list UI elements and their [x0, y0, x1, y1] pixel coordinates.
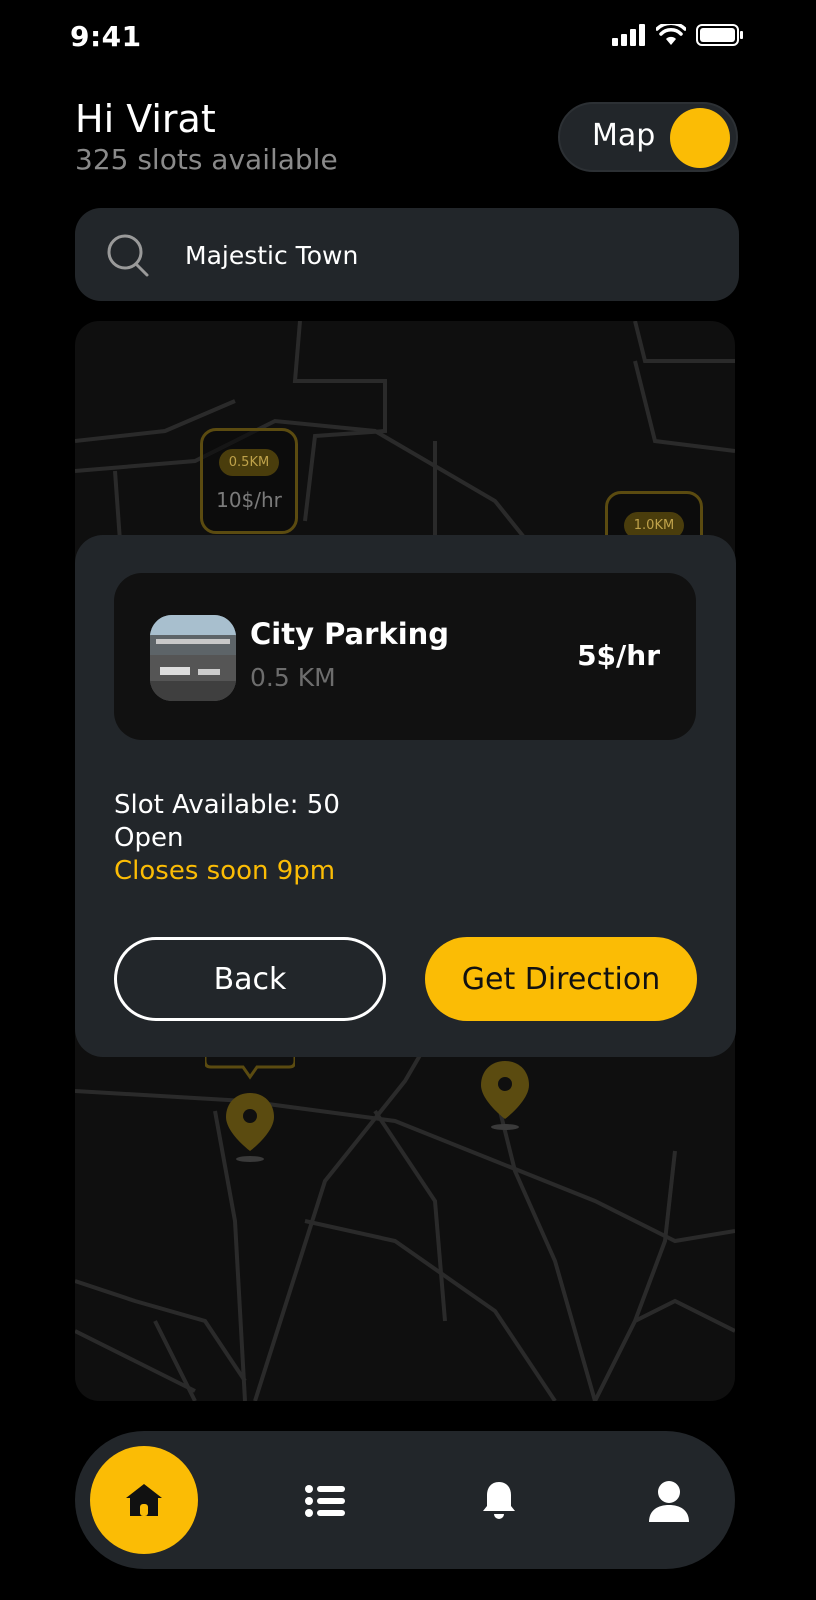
search-bar[interactable]	[75, 208, 739, 301]
nav-profile[interactable]	[617, 1449, 721, 1553]
get-direction-button[interactable]: Get Direction	[425, 937, 697, 1021]
back-button[interactable]: Back	[114, 937, 386, 1021]
nav-home[interactable]	[90, 1446, 198, 1554]
location-pin-icon[interactable]	[480, 1061, 530, 1131]
search-icon	[107, 234, 149, 277]
closing-time: Closes soon 9pm	[114, 856, 336, 886]
marker-distance-badge: 0.5KM	[218, 449, 280, 476]
parking-detail-card: City Parking 0.5 KM 5$/hr Slot Available…	[75, 535, 736, 1057]
user-icon	[649, 1481, 689, 1522]
map-toggle-label: Map	[592, 118, 656, 153]
parking-price: 5$/hr	[577, 639, 660, 672]
bottom-nav	[75, 1431, 735, 1569]
wifi-icon	[656, 24, 686, 45]
status-time: 9:41	[70, 20, 142, 53]
greeting: Hi Virat	[75, 97, 216, 141]
battery-icon	[696, 24, 743, 46]
status-icons	[612, 24, 744, 46]
bell-icon	[483, 1482, 515, 1519]
parking-distance: 0.5 KM	[250, 663, 336, 692]
slot-available: Slot Available: 50	[114, 790, 340, 820]
slots-available: 325 slots available	[75, 143, 338, 176]
open-status: Open	[114, 823, 184, 853]
nav-notifications[interactable]	[447, 1449, 551, 1553]
location-pin-icon[interactable]	[225, 1093, 275, 1163]
search-input[interactable]	[183, 232, 687, 278]
list-icon	[305, 1485, 345, 1517]
toggle-knob	[670, 108, 730, 168]
parking-name: City Parking	[250, 617, 450, 651]
nav-list[interactable]	[273, 1449, 377, 1553]
map-toggle[interactable]: Map	[558, 102, 738, 172]
signal-icon	[612, 24, 645, 46]
marker-price: 10$/hr	[216, 488, 282, 512]
map-marker-card[interactable]: 0.5KM 10$/hr	[200, 428, 298, 534]
home-icon	[126, 1484, 162, 1516]
parking-thumbnail	[150, 615, 236, 701]
parking-info[interactable]: City Parking 0.5 KM 5$/hr	[114, 573, 696, 740]
